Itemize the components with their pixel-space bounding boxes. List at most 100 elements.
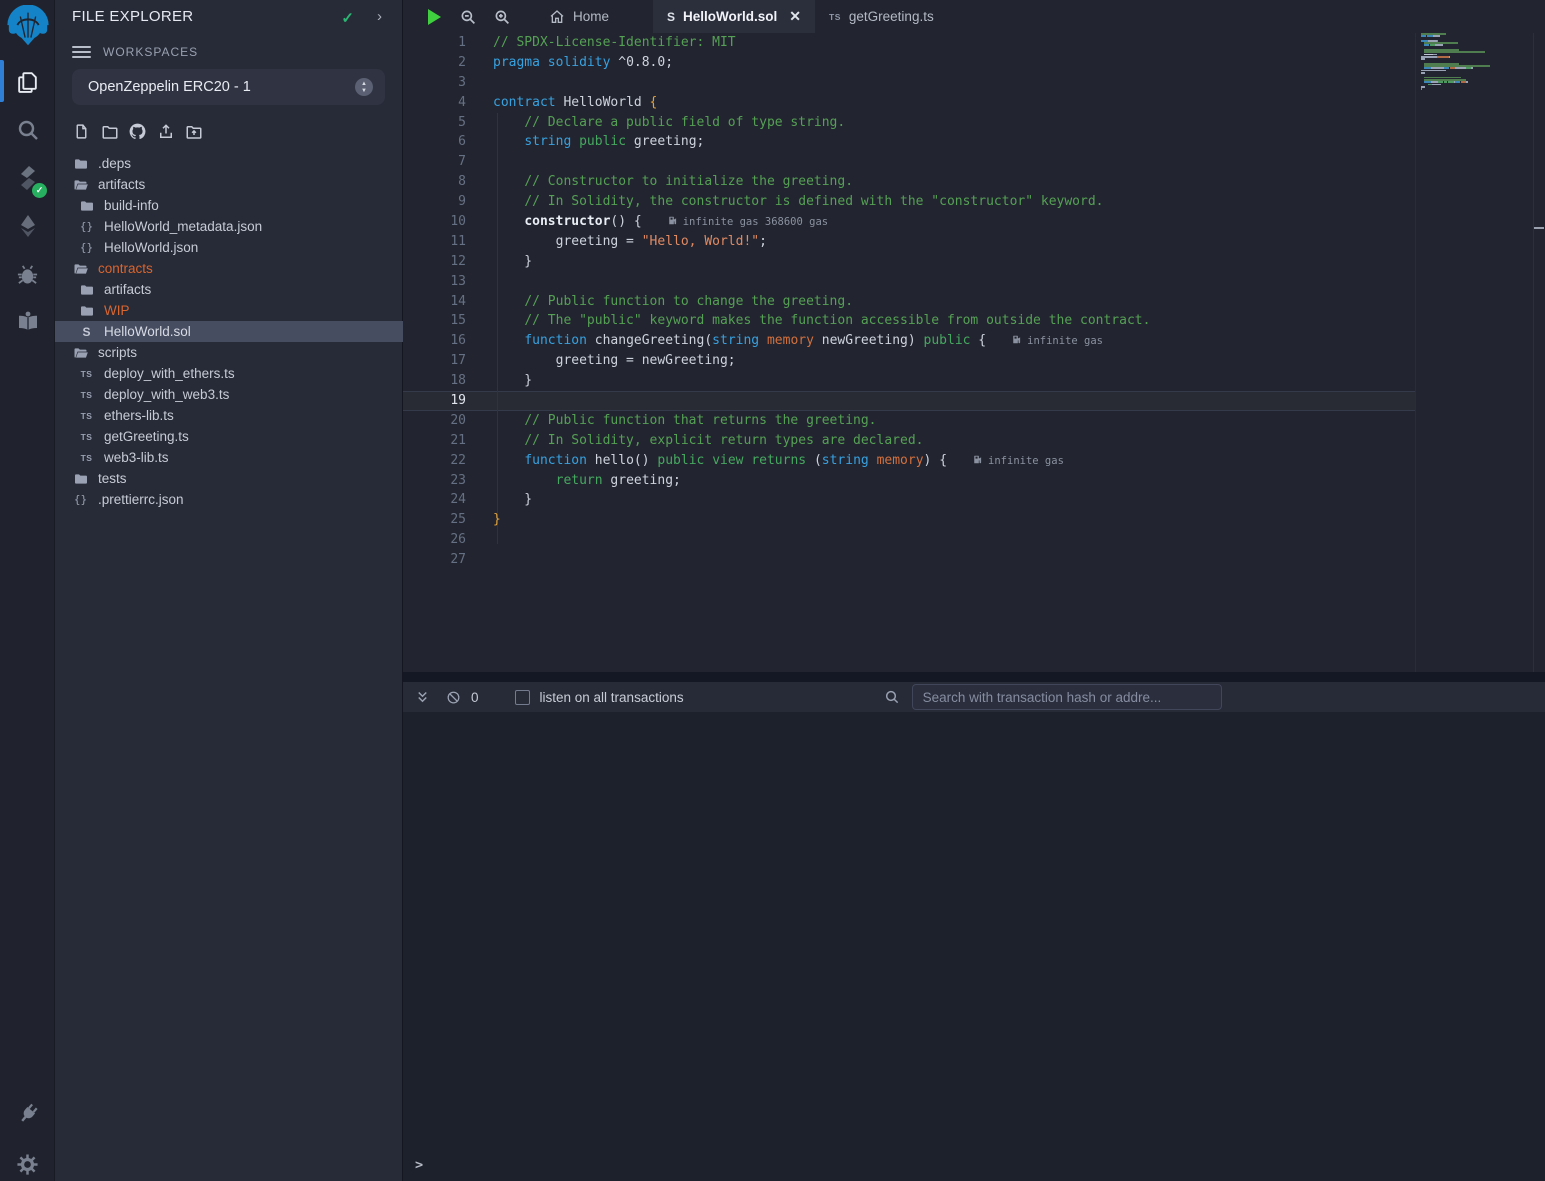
tree-item-helloworld-json[interactable]: {}HelloWorld.json (55, 237, 403, 258)
line-number: 15 (403, 311, 466, 331)
code-line (493, 152, 1415, 172)
tab-helloworld-sol[interactable]: S HelloWorld.sol ✕ (653, 0, 815, 33)
folder-icon (78, 198, 95, 214)
folder-icon (72, 156, 89, 172)
solidity-file-icon: S (78, 325, 95, 339)
tab-label: HelloWorld.sol (683, 9, 777, 24)
solidity-compiler-icon[interactable]: ✓ (0, 156, 55, 200)
tree-item-tests[interactable]: tests (55, 468, 403, 489)
clear-ban-icon[interactable] (446, 690, 461, 705)
workspaces-label: WORKSPACES (103, 45, 198, 59)
tree-item--prettierrc-json[interactable]: {} .prettierrc.json (55, 489, 403, 510)
upload-folder-icon[interactable] (184, 122, 203, 141)
editor-tab-bar: Home S HelloWorld.sol ✕ TS getGreeting.t… (403, 0, 1545, 33)
code-line: // In Solidity, the constructor is defin… (493, 192, 1415, 212)
file-tree: .deps artifacts build-info{}HelloWorld_met… (55, 153, 403, 510)
gas-estimate-annotation: infinite gas (1012, 335, 1103, 347)
folder-icon (78, 303, 95, 319)
listen-checkbox[interactable] (515, 690, 530, 705)
tree-item-deploy-with-ethers-ts[interactable]: TSdeploy_with_ethers.ts (55, 363, 403, 384)
code-line (493, 272, 1415, 292)
line-number: 16 (403, 331, 466, 351)
code-line: greeting = newGreeting; (493, 351, 1415, 371)
line-number: 13 (403, 272, 466, 292)
content-edge-line (1415, 33, 1416, 672)
tree-item-label: .prettierrc.json (98, 492, 184, 507)
code-line: // In Solidity, explicit return types ar… (493, 431, 1415, 451)
zoom-in-icon[interactable] (485, 0, 519, 33)
terminal-header: 0 listen on all transactions (403, 682, 1545, 712)
tree-item--deps[interactable]: .deps (55, 153, 403, 174)
minimap[interactable] (1421, 33, 1533, 95)
tree-item-helloworld-metadata-json[interactable]: {}HelloWorld_metadata.json (55, 216, 403, 237)
terminal-resize-handle[interactable] (403, 672, 1545, 682)
line-number: 27 (403, 550, 466, 570)
tree-item-web3-lib-ts[interactable]: TSweb3-lib.ts (55, 447, 403, 468)
line-number: 5 (403, 113, 466, 133)
code-line: function hello() public view returns (st… (493, 451, 1415, 471)
remix-logo-icon[interactable] (0, 2, 55, 54)
tree-item-getgreeting-ts[interactable]: TSgetGreeting.ts (55, 426, 403, 447)
tree-item-build-info[interactable]: build-info (55, 195, 403, 216)
new-file-icon[interactable] (72, 122, 91, 141)
line-number: 6 (403, 132, 466, 152)
tree-item-deploy-with-web3-ts[interactable]: TSdeploy_with_web3.ts (55, 384, 403, 405)
folder-open-icon (72, 261, 89, 277)
line-number: 19 (403, 391, 466, 411)
file-explorer-icon[interactable] (0, 60, 55, 104)
code-line: pragma solidity ^0.8.0; (493, 53, 1415, 73)
code-line: function changeGreeting(string memory ne… (493, 331, 1415, 351)
code-editor[interactable]: 1234567891011121314151617181920212223242… (403, 33, 1545, 672)
tree-item-label: tests (98, 471, 127, 486)
close-icon[interactable]: ✕ (789, 8, 801, 25)
chevron-right-icon[interactable]: › (377, 8, 382, 25)
tree-item-artifacts[interactable]: artifacts (55, 279, 403, 300)
code-line: } (493, 371, 1415, 391)
deploy-run-icon[interactable] (0, 204, 55, 248)
search-icon[interactable] (0, 108, 55, 152)
line-number: 11 (403, 232, 466, 252)
tree-item-wip[interactable]: WIP (55, 300, 403, 321)
home-icon (549, 9, 565, 25)
code-content: // SPDX-License-Identifier: MITpragma so… (493, 33, 1415, 570)
settings-gear-icon[interactable] (0, 1142, 55, 1181)
line-number: 20 (403, 411, 466, 431)
remix-ide-window: ✓ (0, 0, 1545, 1181)
typescript-file-icon: TS (78, 390, 95, 400)
tree-item-contracts[interactable]: contracts (55, 258, 403, 279)
new-folder-icon[interactable] (100, 122, 119, 141)
github-clone-icon[interactable] (128, 122, 147, 141)
code-line: // Constructor to initialize the greetin… (493, 172, 1415, 192)
zoom-out-icon[interactable] (451, 0, 485, 33)
workspaces-menu-icon[interactable] (72, 43, 91, 61)
terminal-search-input[interactable] (912, 684, 1222, 710)
json-file-icon: {} (78, 220, 95, 233)
upload-file-icon[interactable] (156, 122, 175, 141)
tree-item-label: HelloWorld.json (104, 240, 198, 255)
learneth-book-icon[interactable] (0, 298, 55, 342)
tree-item-label: WIP (104, 303, 130, 318)
debugger-icon[interactable] (0, 252, 55, 296)
line-number-gutter: 1234567891011121314151617181920212223242… (403, 33, 493, 570)
folder-open-icon (72, 177, 89, 193)
terminal-output[interactable]: > (403, 712, 1545, 1181)
tree-item-helloworld-sol[interactable]: SHelloWorld.sol (55, 321, 403, 342)
tree-item-label: artifacts (98, 177, 145, 192)
code-line: contract HelloWorld { (493, 93, 1415, 113)
folder-icon (78, 282, 95, 298)
line-number: 14 (403, 292, 466, 312)
typescript-file-icon: TS (78, 411, 95, 421)
json-file-icon: {} (72, 493, 89, 506)
tab-getgreeting-ts[interactable]: TS getGreeting.ts (815, 0, 948, 33)
collapse-double-chevron-icon[interactable] (415, 690, 430, 705)
tree-item-scripts[interactable]: scripts (55, 342, 403, 363)
scrollbar-track[interactable] (1533, 33, 1545, 672)
tree-item-ethers-lib-ts[interactable]: TSethers-lib.ts (55, 405, 403, 426)
tree-item-label: web3-lib.ts (104, 450, 169, 465)
tab-home[interactable]: Home (535, 0, 623, 33)
plugin-manager-icon[interactable] (0, 1092, 55, 1136)
workspace-select[interactable]: OpenZeppelin ERC20 - 1 ▲▼ (72, 69, 385, 105)
run-play-icon[interactable] (417, 0, 451, 33)
tree-item-artifacts[interactable]: artifacts (55, 174, 403, 195)
workspaces-row: WORKSPACES (72, 43, 198, 61)
